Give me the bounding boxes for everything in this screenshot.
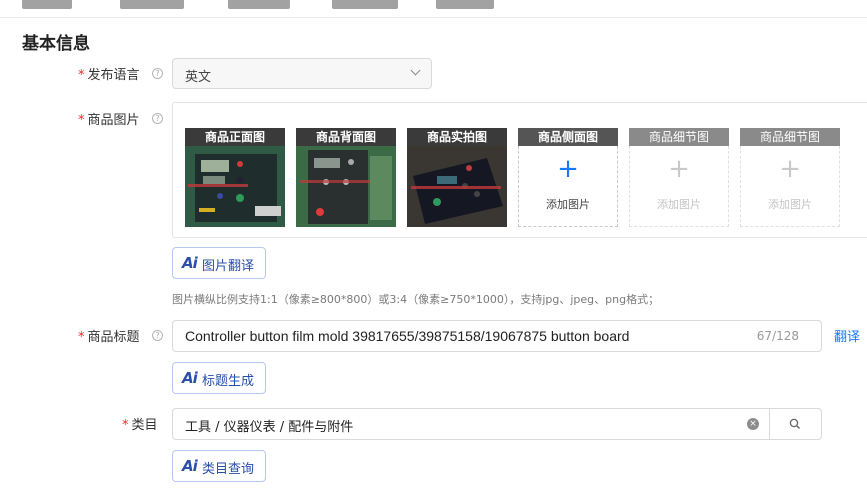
ai-icon: Ai (182, 369, 198, 387)
image-slot-back[interactable]: 商品背面图 (296, 128, 396, 227)
help-icon[interactable]: ? (152, 68, 163, 79)
product-photo-real[interactable] (407, 146, 507, 227)
image-caption: 商品正面图 (185, 128, 285, 146)
add-image-label: 添加图片 (546, 198, 590, 211)
add-image-button-disabled: + 添加图片 (740, 146, 840, 227)
tab-2[interactable] (120, 0, 184, 9)
plus-icon: + (779, 154, 801, 184)
image-caption: 商品细节图 (629, 128, 729, 146)
help-icon[interactable]: ? (152, 330, 163, 341)
tab-1[interactable] (22, 0, 72, 9)
section-title: 基本信息 (22, 34, 90, 54)
language-value: 英文 (185, 70, 212, 85)
image-hint: 图片横纵比例支持1:1（像素≥800*800）或3:4（像素≥750*1000）… (172, 293, 660, 306)
image-slot-front[interactable]: 商品正面图 (185, 128, 285, 227)
tab-4[interactable] (332, 0, 398, 9)
images-label: * 商品图片 (78, 113, 140, 128)
ai-icon: Ai (182, 254, 198, 272)
clear-icon[interactable]: × (747, 418, 759, 430)
image-translate-button[interactable]: Ai 图片翻译 (172, 247, 266, 279)
category-query-button[interactable]: Ai 类目查询 (172, 450, 266, 482)
image-caption: 商品细节图 (740, 128, 840, 146)
image-upload-panel: 商品正面图 商品背面图 商品实拍图 商品侧面图 + 添加图片 商品细节图 + 添… (172, 102, 867, 238)
tab-3[interactable] (228, 0, 290, 9)
plus-icon: + (557, 154, 579, 184)
add-image-label: 添加图片 (657, 198, 701, 211)
image-slot-real[interactable]: 商品实拍图 (407, 128, 507, 227)
char-count: 67/128 (756, 329, 799, 343)
language-select[interactable]: 英文 (172, 58, 432, 89)
add-image-button[interactable]: + 添加图片 (518, 146, 618, 227)
image-caption: 商品实拍图 (407, 128, 507, 146)
title-generate-button[interactable]: Ai 标题生成 (172, 362, 266, 394)
title-input[interactable]: Controller button film mold 39817655/398… (172, 320, 822, 352)
image-caption: 商品背面图 (296, 128, 396, 146)
plus-icon: + (668, 154, 690, 184)
title-value: Controller button film mold 39817655/398… (185, 328, 630, 344)
divider (769, 409, 770, 439)
image-caption: 商品侧面图 (518, 128, 618, 146)
help-icon[interactable]: ? (152, 113, 163, 124)
search-icon[interactable] (788, 417, 802, 431)
language-label: * 发布语言 (78, 68, 140, 83)
image-slot-side[interactable]: 商品侧面图 + 添加图片 (518, 128, 618, 227)
category-label: * 类目 (122, 418, 158, 433)
category-value: 工具 / 仪器仪表 / 配件与附件 (185, 420, 354, 435)
translate-link[interactable]: 翻译 (834, 326, 860, 345)
tab-5[interactable] (436, 0, 494, 9)
title-label: * 商品标题 (78, 330, 140, 345)
add-image-label: 添加图片 (768, 198, 812, 211)
product-photo-back[interactable] (296, 146, 396, 227)
image-slot-detail: 商品细节图 + 添加图片 (629, 128, 729, 227)
category-input[interactable]: 工具 / 仪器仪表 / 配件与附件 × (172, 408, 822, 440)
top-tab-strip (0, 0, 867, 18)
chevron-down-icon (410, 65, 421, 76)
ai-icon: Ai (182, 457, 198, 475)
product-photo-front[interactable] (185, 146, 285, 227)
image-slot-detail: 商品细节图 + 添加图片 (740, 128, 840, 227)
add-image-button-disabled: + 添加图片 (629, 146, 729, 227)
